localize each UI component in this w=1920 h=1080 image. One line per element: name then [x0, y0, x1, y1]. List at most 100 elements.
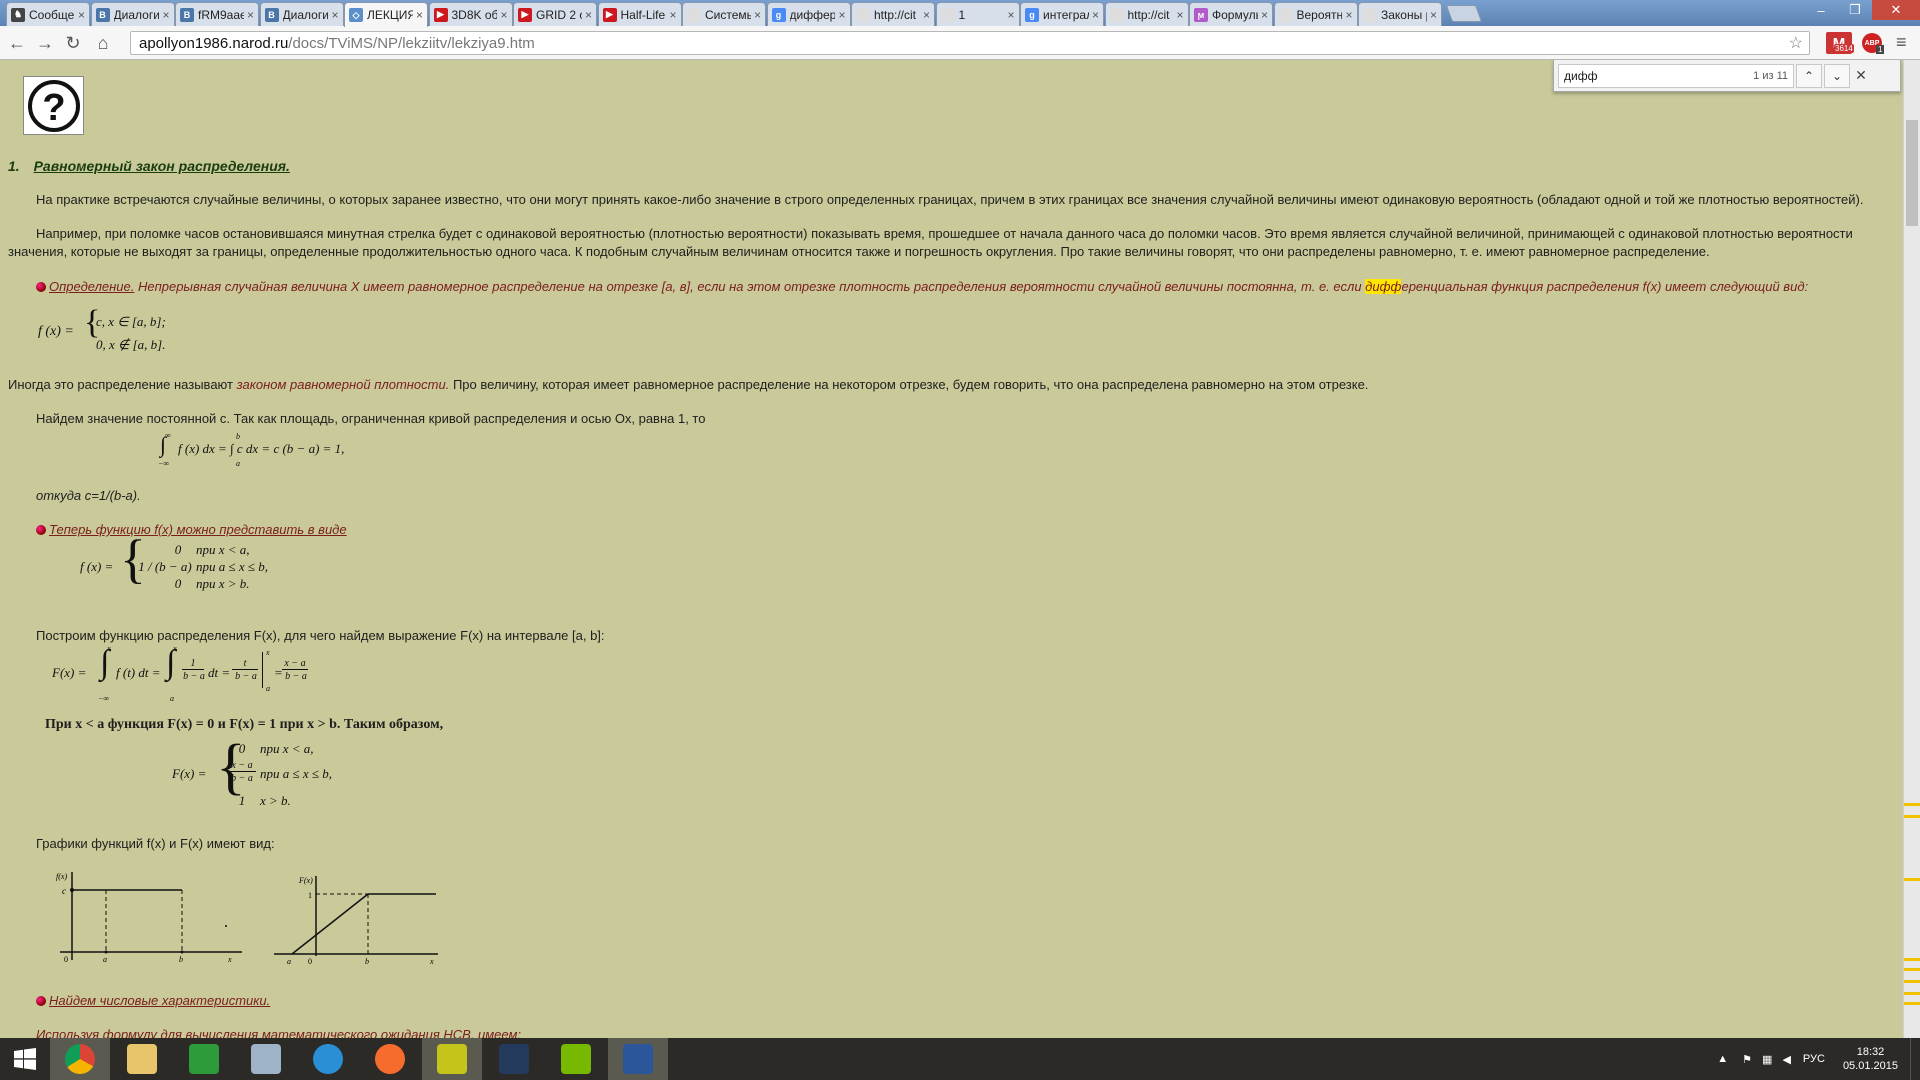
paragraph-8: Используя формулу для вычисления математ… — [36, 1027, 522, 1038]
signal-icon[interactable]: ▦ — [1762, 1053, 1772, 1066]
taskbar-explorer[interactable] — [112, 1038, 172, 1080]
taskbar-computer[interactable] — [236, 1038, 296, 1080]
tab-close-icon[interactable]: × — [1261, 8, 1268, 22]
tab-close-icon[interactable]: × — [669, 8, 676, 22]
tab-close-icon[interactable]: × — [754, 8, 761, 22]
tray-expand-icon[interactable]: ▲ — [1717, 1053, 1728, 1065]
browser-tab[interactable]: http://cit × — [1104, 2, 1189, 26]
help-question-icon[interactable]: ? — [23, 76, 84, 135]
bookmark-star-icon[interactable]: ☆ — [1789, 33, 1803, 53]
taskbar-origin[interactable] — [360, 1038, 420, 1080]
home-icon[interactable]: ⌂ — [92, 32, 114, 54]
tab-close-icon[interactable]: × — [1007, 8, 1014, 22]
clock[interactable]: 18:32 05.01.2015 — [1843, 1045, 1898, 1073]
browser-tab[interactable]: ◇ ЛЕКЦИЯ × — [344, 2, 428, 27]
maximize-button[interactable]: ❐ — [1838, 0, 1872, 20]
paragraph-7: Графики функций f(x) и F(x) имеют вид: — [36, 836, 275, 851]
forward-icon[interactable]: → — [34, 32, 56, 54]
browser-tab[interactable]: ▶ Half-Life × — [597, 2, 682, 26]
scrollbar-thumb[interactable] — [1906, 120, 1918, 226]
browser-tab[interactable]: 1 × — [935, 2, 1020, 26]
tab-close-icon[interactable]: × — [162, 8, 169, 22]
show-desktop-button[interactable] — [1910, 1038, 1920, 1080]
steam-icon — [437, 1044, 467, 1074]
clock-date: 05.01.2015 — [1842, 1060, 1898, 1072]
integral-lower: −∞ — [158, 459, 170, 468]
tab-favicon-icon: ◇ — [349, 8, 363, 22]
address-bar[interactable]: apollyon1986.narod.ru/docs/TViMS/NP/lekz… — [130, 31, 1810, 55]
browser-tab[interactable]: Законы р× — [1358, 2, 1442, 26]
taskbar-word[interactable] — [608, 1038, 668, 1080]
browser-tab[interactable]: http://cit × — [851, 2, 935, 26]
browser-tab[interactable]: gдиффере× — [766, 2, 851, 26]
tab-close-icon[interactable]: × — [331, 8, 338, 22]
reload-icon[interactable]: ↻ — [62, 32, 84, 54]
tab-close-icon[interactable]: × — [1092, 8, 1099, 22]
browser-tab[interactable]: ВfRM9aae × — [175, 2, 259, 26]
tab-title: fRM9aae — [198, 7, 244, 22]
tab-close-icon[interactable]: × — [923, 8, 930, 22]
eval-bar — [262, 652, 263, 688]
tab-favicon-icon: g — [1025, 7, 1039, 22]
tab-close-icon[interactable]: × — [500, 8, 507, 22]
formula-F2-val3: 1 — [238, 793, 246, 808]
tab-close-icon[interactable]: × — [1430, 8, 1437, 22]
tab-close-icon[interactable]: × — [247, 8, 254, 22]
volume-icon[interactable]: ◀ — [1782, 1053, 1790, 1066]
find-prev-button[interactable]: ⌃ — [1796, 63, 1822, 88]
browser-tab[interactable]: Вероятно× — [1273, 2, 1358, 26]
formula-f2-cond3: при x > b. — [196, 576, 250, 591]
tab-favicon-icon — [687, 7, 701, 22]
find-close-icon[interactable]: ✕ — [1850, 67, 1872, 84]
formula-F2-cond1: при x < a, — [260, 741, 314, 756]
formula-F-mid: f (t) dt = — [116, 665, 161, 680]
minimize-button[interactable]: – — [1804, 0, 1838, 20]
browser-tab[interactable]: ϻ Формулы× — [1189, 2, 1273, 26]
browser-tab[interactable]: Системы × — [682, 2, 766, 26]
tab-close-icon[interactable]: × — [1345, 8, 1352, 22]
app-icon — [499, 1044, 529, 1074]
browser-tab[interactable]: ▶ GRID 2 of× — [513, 2, 597, 26]
tab-title: 1 — [958, 7, 966, 22]
tab-close-icon[interactable]: × — [416, 8, 423, 22]
vertical-scrollbar[interactable] — [1903, 60, 1920, 1038]
new-tab-button[interactable] — [1445, 5, 1482, 22]
language-indicator[interactable]: РУС — [1803, 1053, 1825, 1065]
tab-close-icon[interactable]: × — [838, 8, 845, 22]
tab-close-icon[interactable]: × — [1176, 8, 1183, 22]
eval-upper: x — [266, 648, 270, 657]
menu-icon[interactable]: ≡ — [1896, 32, 1907, 53]
taskbar-app[interactable] — [484, 1038, 544, 1080]
fraction-den: b − a — [231, 773, 253, 784]
taskbar-nvidia[interactable] — [546, 1038, 606, 1080]
tab-favicon-icon: ♞ — [11, 7, 25, 22]
graph2-ylabel: F(x) — [298, 876, 313, 885]
browser-tab[interactable]: ▶3D8K обз× — [428, 2, 513, 26]
bullet-3-text: Найдем числовые характеристики. — [49, 993, 271, 1008]
find-next-button[interactable]: ⌄ — [1824, 63, 1850, 88]
tab-favicon-icon: В — [95, 7, 110, 22]
close-window-button[interactable]: ✕ — [1872, 0, 1920, 20]
taskbar-steam[interactable] — [422, 1038, 482, 1080]
start-button[interactable] — [0, 1038, 50, 1080]
taskbar-utorrent[interactable] — [298, 1038, 358, 1080]
paragraph-4: Найдем значение постоянной с. Так как пл… — [36, 411, 706, 426]
bullet-icon — [36, 996, 46, 1006]
network-icon[interactable]: ⚑ — [1742, 1053, 1752, 1066]
find-match-marker — [1904, 815, 1920, 818]
browser-tab[interactable]: В Диалоги × — [259, 2, 344, 26]
find-input[interactable]: дифф 1 из 11 — [1558, 63, 1794, 88]
tab-close-icon[interactable]: × — [585, 8, 592, 22]
find-bar: дифф 1 из 11 ⌃ ⌄ ✕ — [1553, 60, 1901, 92]
back-icon[interactable]: ← — [6, 32, 28, 54]
density-graph: f(x) c 0 a b x — [56, 872, 242, 964]
browser-tab[interactable]: g интеграл × — [1020, 2, 1104, 26]
taskbar-store[interactable] — [174, 1038, 234, 1080]
browser-tab[interactable]: ♞ Сообще × — [6, 2, 90, 26]
uniform-density-term: законом равномерной плотности. — [236, 377, 450, 392]
graph1-x-label: x — [227, 955, 232, 964]
section-heading[interactable]: Равномерный закон распределения. — [34, 158, 290, 174]
taskbar-chrome[interactable] — [50, 1038, 110, 1080]
browser-tab[interactable]: В Диалоги × — [90, 2, 175, 26]
tab-close-icon[interactable]: × — [78, 8, 85, 22]
